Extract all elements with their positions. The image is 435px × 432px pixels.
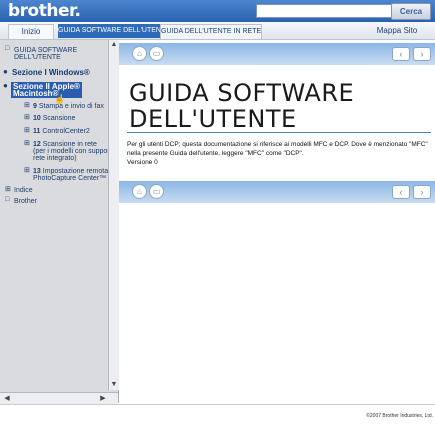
main-content: ⌂ ▭ ‹ › GUIDA SOFTWARE DELL'UTENTE Per g… <box>119 40 435 403</box>
home-icon[interactable]: ⌂ <box>132 46 147 61</box>
intro-paragraph: Per gli utenti DCP; questa documentazion… <box>127 141 428 157</box>
prev-arrow-icon[interactable]: ‹ <box>392 47 410 61</box>
scroll-up-icon[interactable]: ▲ <box>109 40 119 50</box>
sidebar-item-windows[interactable]: Sezione I Windows® <box>12 69 90 77</box>
item-label: ControlCenter2 <box>42 128 90 135</box>
expand-icon[interactable]: ⊞ <box>24 113 30 121</box>
item-number: 12 <box>33 141 41 148</box>
sidebar-item-brother[interactable]: Brother <box>14 198 37 205</box>
version-label: Versione 0 <box>127 159 158 166</box>
search-button[interactable]: Cerca <box>391 3 431 20</box>
prev-arrow-icon[interactable]: ‹ <box>392 185 410 199</box>
print-icon[interactable]: ▭ <box>149 184 164 199</box>
doc-icon: □ <box>5 45 10 52</box>
next-arrow-icon[interactable]: › <box>413 47 431 61</box>
item-label: Stampa e invio di fax <box>38 103 104 110</box>
expand-icon[interactable]: ⊞ <box>24 126 30 134</box>
expand-icon[interactable]: ⊞ <box>24 139 30 147</box>
item-number: 13 <box>33 168 41 175</box>
bottom-toolbar: ⌂ ▭ ‹ › <box>119 181 435 203</box>
nav-bar: Inizio GUIDA SOFTWARE DELL'UTENTE GUIDA … <box>0 22 435 40</box>
item-number: 10 <box>33 115 41 122</box>
item-label: Scansione <box>42 115 76 122</box>
next-arrow-icon[interactable]: › <box>413 185 431 199</box>
sidebar-item-12[interactable]: 12 Scansione in rete (per i modelli con … <box>33 141 116 162</box>
item-number: 9 <box>33 103 37 110</box>
sidebar-horizontal-scrollbar[interactable]: ◀ ▶ <box>0 392 118 404</box>
circle-bullet-icon: ● <box>3 67 8 76</box>
brother-logo[interactable]: brother. <box>8 1 81 21</box>
print-icon[interactable]: ▭ <box>149 46 164 61</box>
expand-icon[interactable]: ⊞ <box>24 166 30 174</box>
expand-icon[interactable]: ⊞ <box>5 185 11 193</box>
sidebar-item-13[interactable]: 13 Impostazione remota e PhotoCapture Ce… <box>33 168 114 182</box>
top-bar: brother. Cerca <box>0 0 435 22</box>
item-label: Impostazione remota e PhotoCapture Cente… <box>33 168 114 182</box>
site-map-link[interactable]: Mappa Sito <box>362 24 432 38</box>
intro-text: Per gli utenti DCP; questa documentazion… <box>127 140 432 167</box>
tab-guida-rete[interactable]: GUIDA DELL'UTENTE IN RETE <box>160 24 262 39</box>
tab-home[interactable]: Inizio <box>8 24 54 39</box>
scroll-right-icon[interactable]: ▶ <box>98 393 108 404</box>
sidebar-item-10[interactable]: 10 Scansione <box>33 115 75 122</box>
scroll-left-icon[interactable]: ◀ <box>2 393 12 404</box>
item-number: 11 <box>33 128 41 135</box>
top-toolbar: ⌂ ▭ ‹ › <box>119 43 435 65</box>
page-title-line1: GUIDA SOFTWARE <box>129 79 355 107</box>
home-icon[interactable]: ⌂ <box>132 184 147 199</box>
expand-icon[interactable]: ⊞ <box>24 101 30 109</box>
title-divider <box>127 132 431 133</box>
scroll-down-icon[interactable]: ▼ <box>109 380 119 390</box>
circle-bullet-icon: ● <box>3 81 8 90</box>
sidebar-item-apple[interactable]: Sezione II Apple® Macintosh® <box>11 82 82 98</box>
page-title: GUIDA SOFTWARE DELL'UTENTE <box>129 80 429 132</box>
sidebar: □ GUIDA SOFTWARE DELL'UTENTE ● Sezione I… <box>0 40 119 403</box>
search-input[interactable] <box>256 4 392 18</box>
copyright-text: ©2007 Brother Industries, Ltd. <box>366 413 433 419</box>
sidebar-item-11[interactable]: 11 ControlCenter2 <box>33 128 90 135</box>
sidebar-vertical-scrollbar[interactable]: ▲ ▼ <box>108 40 119 390</box>
doc-icon: □ <box>5 196 10 203</box>
sidebar-item-9[interactable]: 9 Stampa e invio di fax <box>33 103 104 110</box>
tab-guida-software[interactable]: GUIDA SOFTWARE DELL'UTENTE <box>58 24 170 38</box>
sidebar-item-root[interactable]: GUIDA SOFTWARE DELL'UTENTE <box>14 47 77 61</box>
item-label: Scansione in rete (per i modelli con sup… <box>33 141 116 162</box>
sidebar-item-indice[interactable]: Indice <box>14 187 33 194</box>
footer: ©2007 Brother Industries, Ltd. <box>0 404 435 432</box>
page-title-line2: DELL'UTENTE <box>129 105 297 133</box>
